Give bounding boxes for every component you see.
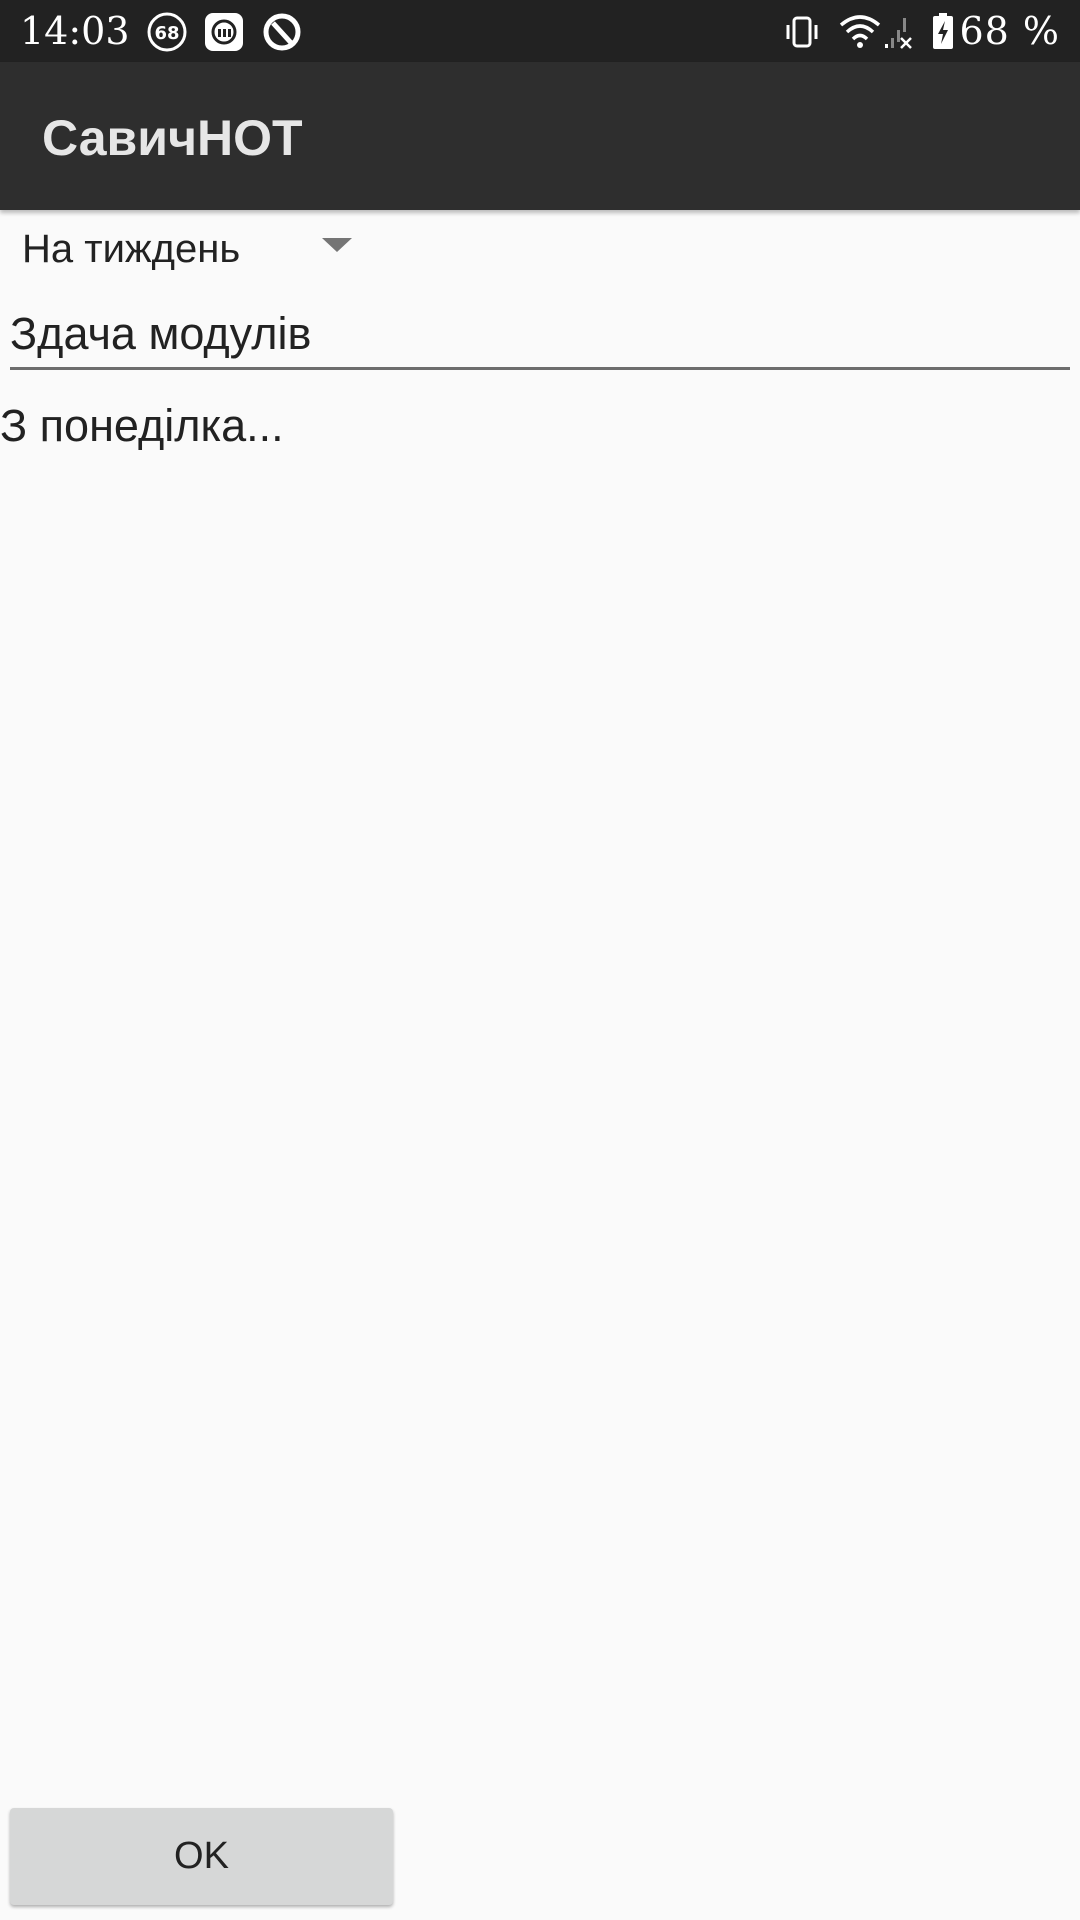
dropdown-arrow-icon — [322, 238, 352, 252]
mi-icon — [203, 11, 245, 53]
wifi-icon — [838, 12, 882, 50]
note-body-input[interactable]: З понеділка... — [0, 392, 1080, 1792]
battery-charging-icon — [932, 12, 954, 50]
vibrate-icon — [782, 12, 822, 52]
status-time: 14:03 — [20, 9, 130, 53]
period-spinner[interactable]: На тиждень — [0, 218, 372, 282]
status-bar: 14:03 68 68 % — [0, 0, 1080, 62]
battery-percent: 68 % — [959, 9, 1060, 53]
period-spinner-value: На тиждень — [22, 227, 241, 271]
notification-count-icon: 68 — [146, 11, 188, 53]
no-signal-icon — [884, 14, 916, 50]
app-bar: СавичНОТ — [0, 62, 1080, 210]
app-notification-icon — [261, 11, 303, 53]
app-title: СавичНОТ — [42, 110, 303, 166]
notification-count-text: 68 — [154, 23, 179, 44]
note-title-input[interactable] — [10, 300, 1070, 370]
ok-button[interactable]: OK — [10, 1808, 393, 1905]
